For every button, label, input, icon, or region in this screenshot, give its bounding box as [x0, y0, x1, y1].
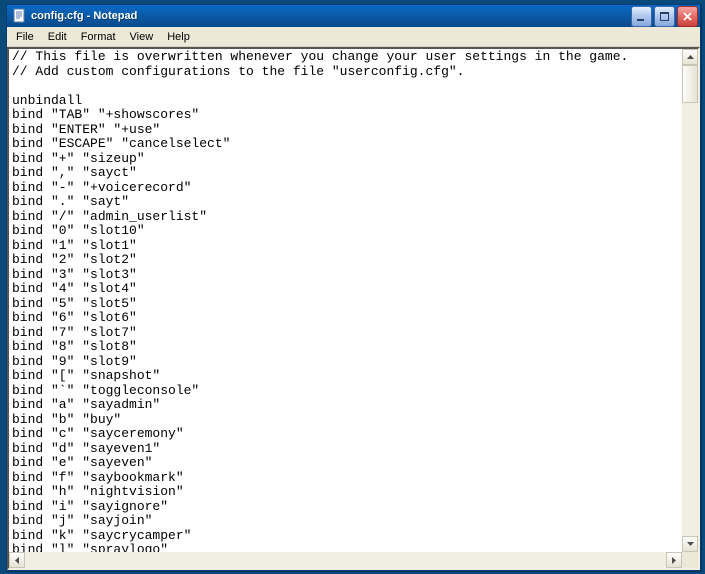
vertical-scroll-thumb[interactable] — [682, 65, 698, 103]
window-controls — [631, 6, 698, 27]
menu-file[interactable]: File — [9, 29, 41, 45]
editor-container: // This file is overwritten whenever you… — [7, 47, 700, 570]
menubar: File Edit Format View Help — [7, 27, 700, 47]
menu-edit[interactable]: Edit — [41, 29, 74, 45]
text-editor[interactable]: // This file is overwritten whenever you… — [9, 49, 682, 552]
notepad-icon — [11, 8, 27, 24]
menu-view[interactable]: View — [123, 29, 161, 45]
menu-format[interactable]: Format — [74, 29, 123, 45]
minimize-button[interactable] — [631, 6, 652, 27]
scroll-corner — [682, 552, 698, 568]
scroll-up-button[interactable] — [682, 49, 698, 65]
vertical-scroll-track[interactable] — [682, 65, 698, 536]
window-title: config.cfg - Notepad — [31, 10, 631, 22]
desktop: config.cfg - Notepad File Edit Format Vi… — [0, 0, 705, 574]
close-button[interactable] — [677, 6, 698, 27]
horizontal-scrollbar[interactable] — [9, 552, 698, 568]
scroll-left-button[interactable] — [9, 552, 25, 568]
notepad-window: config.cfg - Notepad File Edit Format Vi… — [6, 4, 701, 571]
menu-help[interactable]: Help — [160, 29, 197, 45]
horizontal-scroll-track[interactable] — [25, 552, 666, 568]
scroll-down-button[interactable] — [682, 536, 698, 552]
titlebar[interactable]: config.cfg - Notepad — [7, 5, 700, 27]
vertical-scrollbar[interactable] — [682, 49, 698, 552]
scroll-right-button[interactable] — [666, 552, 682, 568]
maximize-button[interactable] — [654, 6, 675, 27]
